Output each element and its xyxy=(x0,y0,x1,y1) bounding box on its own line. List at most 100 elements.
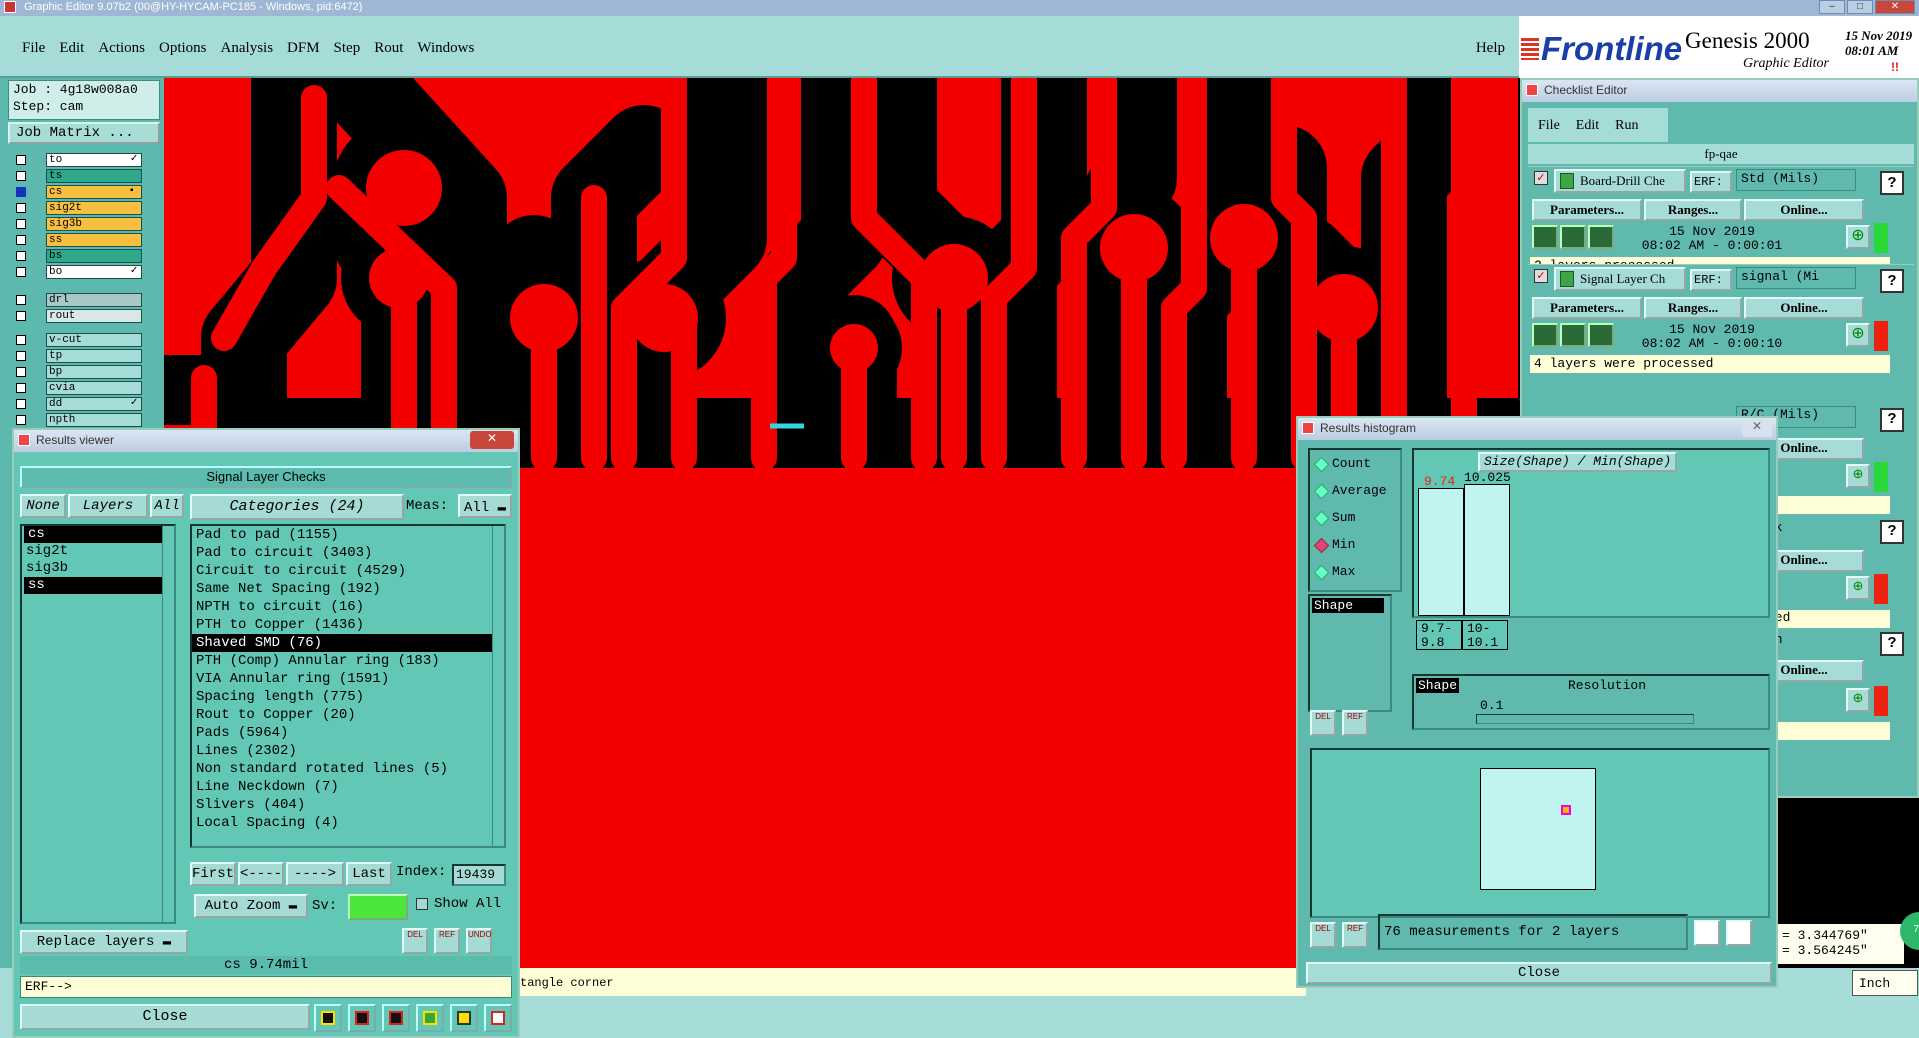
zoom-icon[interactable]: ⊕ xyxy=(1846,576,1870,600)
first-button[interactable]: First xyxy=(190,862,236,886)
layer-checkbox[interactable] xyxy=(16,351,26,361)
histogram-icon[interactable] xyxy=(484,1004,512,1032)
layer-name[interactable]: cvia xyxy=(46,381,142,395)
layer-name[interactable]: npth xyxy=(46,413,142,427)
resolution-slider[interactable] xyxy=(1476,714,1694,724)
layer-name[interactable]: dd xyxy=(46,397,142,411)
ref-button[interactable]: REF xyxy=(1342,922,1368,948)
maximize-button[interactable]: □ xyxy=(1847,0,1873,14)
checklist-menu-run[interactable]: Run xyxy=(1615,118,1638,133)
category-item[interactable]: Pad to pad (1155) xyxy=(192,526,504,544)
run-icon[interactable] xyxy=(1532,225,1558,249)
results-layer-item[interactable]: sig2t xyxy=(22,543,174,560)
layer-name[interactable]: bo xyxy=(46,265,142,279)
help-icon[interactable]: ? xyxy=(1880,520,1904,544)
layer-checkbox[interactable] xyxy=(16,171,26,181)
layer-checkbox[interactable] xyxy=(16,235,26,245)
layer-name[interactable]: tp xyxy=(46,349,142,363)
del-button[interactable]: DEL xyxy=(402,928,428,954)
layer-name[interactable]: sig3b xyxy=(46,217,142,231)
category-item[interactable]: Slivers (404) xyxy=(192,796,504,814)
category-item[interactable]: VIA Annular ring (1591) xyxy=(192,670,504,688)
undo-button[interactable]: UNDO xyxy=(466,928,492,954)
category-item[interactable]: Line Neckdown (7) xyxy=(192,778,504,796)
report-icon[interactable] xyxy=(348,1004,376,1032)
layer-row[interactable]: v-cut xyxy=(10,332,142,348)
check-checkbox[interactable]: ✓ xyxy=(1534,269,1548,283)
mode-sum-radio[interactable]: Sum xyxy=(1310,504,1400,531)
layer-checkbox[interactable] xyxy=(16,415,26,425)
parameters-button[interactable]: Parameters... xyxy=(1532,297,1642,319)
mode-min-radio[interactable]: Min xyxy=(1310,531,1400,558)
meas-dropdown[interactable]: All ▬ xyxy=(458,494,512,518)
layer-checkbox[interactable] xyxy=(16,187,26,197)
category-item[interactable]: Spacing length (775) xyxy=(192,688,504,706)
category-item[interactable]: Lines (2302) xyxy=(192,742,504,760)
layer-checkbox[interactable] xyxy=(16,267,26,277)
layer-checkbox[interactable] xyxy=(16,367,26,377)
layer-row[interactable]: bp xyxy=(10,364,142,380)
last-button[interactable]: Last xyxy=(346,862,392,886)
show-all-checkbox[interactable] xyxy=(416,898,428,910)
layer-checkbox[interactable] xyxy=(16,335,26,345)
category-item[interactable]: Same Net Spacing (192) xyxy=(192,580,504,598)
layer-row[interactable]: sig2t xyxy=(10,200,142,216)
results-viewer-close-button[interactable]: Close xyxy=(20,1004,310,1030)
histogram-bar[interactable] xyxy=(1418,488,1464,616)
del-button[interactable]: DEL xyxy=(1310,922,1336,948)
category-item[interactable]: Non standard rotated lines (5) xyxy=(192,760,504,778)
menu-rout[interactable]: Rout xyxy=(374,40,403,57)
minimize-button[interactable]: – xyxy=(1819,0,1845,14)
online-button[interactable]: Online... xyxy=(1744,199,1864,221)
index-input[interactable]: 19439 xyxy=(452,864,506,886)
check-name-button[interactable]: Board-Drill Che xyxy=(1554,169,1686,193)
close-icon[interactable]: ✕ xyxy=(470,431,514,449)
menu-dfm[interactable]: DFM xyxy=(287,40,320,57)
zoom-icon[interactable]: ⊕ xyxy=(1846,464,1870,488)
layer-name[interactable]: bp xyxy=(46,365,142,379)
close-icon[interactable]: ✕ xyxy=(1742,419,1772,437)
layer-name[interactable]: ss xyxy=(46,233,142,247)
erf-value[interactable]: Std (Mils) xyxy=(1736,169,1856,191)
erf-button[interactable]: ERF: xyxy=(1690,171,1732,193)
check-name-button[interactable]: Signal Layer Ch xyxy=(1554,267,1686,291)
del-button[interactable]: DEL xyxy=(1310,710,1336,736)
layer-name[interactable]: rout xyxy=(46,309,142,323)
bar-chart-icon[interactable] xyxy=(314,1004,342,1032)
menu-options[interactable]: Options xyxy=(159,40,207,57)
replace-layers-dropdown[interactable]: Replace layers ▬ xyxy=(20,930,188,954)
ranges-button[interactable]: Ranges... xyxy=(1644,199,1742,221)
menu-edit[interactable]: Edit xyxy=(59,40,84,57)
toggle-icon[interactable] xyxy=(1726,920,1752,946)
layer-row[interactable]: cs ▪ xyxy=(10,184,142,200)
none-button[interactable]: None xyxy=(20,494,66,518)
histogram-close-button[interactable]: Close xyxy=(1306,962,1772,984)
zoom-icon[interactable]: ⊕ xyxy=(1846,688,1870,712)
ref-button[interactable]: REF xyxy=(434,928,460,954)
prev-button[interactable]: <---- xyxy=(238,862,284,886)
results-layer-item[interactable]: ss xyxy=(24,577,168,594)
results-layer-item[interactable]: sig3b xyxy=(22,560,174,577)
menu-help[interactable]: Help xyxy=(1476,40,1505,57)
layer-name[interactable]: to xyxy=(46,153,142,167)
layer-name[interactable]: bs xyxy=(46,249,142,263)
layer-name[interactable]: v-cut xyxy=(46,333,142,347)
toggle-icon[interactable] xyxy=(1694,920,1720,946)
online-button[interactable]: Online... xyxy=(1744,297,1864,319)
zoom-icon[interactable]: ⊕ xyxy=(1846,225,1870,249)
category-scrollbar[interactable] xyxy=(492,526,504,846)
layer-checkbox[interactable] xyxy=(16,219,26,229)
zoom-icon[interactable]: ⊕ xyxy=(1846,323,1870,347)
category-item[interactable]: PTH to Copper (1436) xyxy=(192,616,504,634)
menu-file[interactable]: File xyxy=(22,40,45,57)
category-item[interactable]: Shaved SMD (76) xyxy=(192,634,496,652)
run-icon[interactable] xyxy=(1588,323,1614,347)
layer-name[interactable]: ts xyxy=(46,169,142,183)
check-icon[interactable] xyxy=(416,1004,444,1032)
menu-actions[interactable]: Actions xyxy=(98,40,145,57)
shape-item[interactable]: Shape xyxy=(1312,598,1384,613)
mode-max-radio[interactable]: Max xyxy=(1310,558,1400,585)
delete-icon[interactable] xyxy=(382,1004,410,1032)
document-icon[interactable] xyxy=(450,1004,478,1032)
mode-count-radio[interactable]: Count xyxy=(1310,450,1400,477)
